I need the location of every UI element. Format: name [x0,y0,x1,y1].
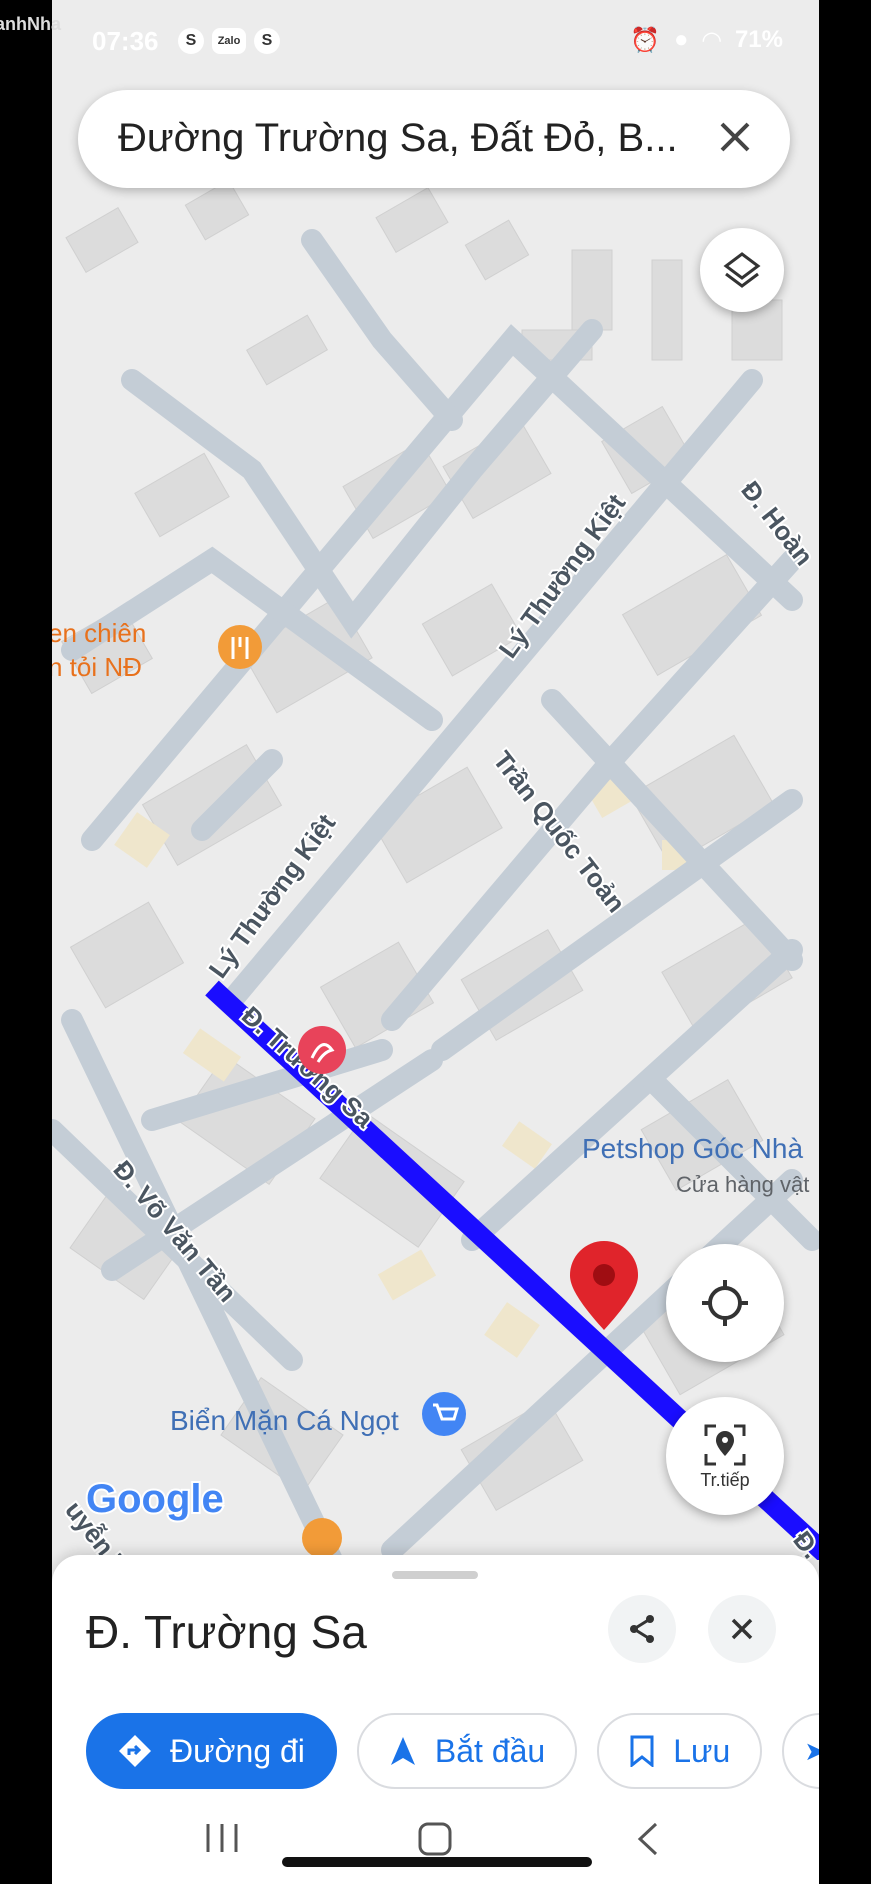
navigation-pin-icon [704,1424,746,1465]
place-title: Đ. Trường Sa [86,1606,367,1658]
more-chip[interactable]: ➤ [782,1713,819,1789]
search-bar[interactable]: Đường Trường Sa, Đất Đỏ, B... [78,90,790,188]
layers-icon [723,252,761,288]
start-button[interactable]: Bắt đầu [356,1713,578,1789]
share-icon [630,1615,654,1643]
continue-button[interactable]: Tr.tiếp [666,1397,784,1515]
continue-label: Tr.tiếp [700,1469,750,1490]
share-button[interactable] [608,1595,676,1663]
battery-text: 71% [734,26,783,53]
save-button[interactable]: Lưu [597,1713,763,1789]
app-icon-s-2: S [254,28,280,54]
watermark: SoSanhNha [0,14,62,34]
more-chip-icon: ➤ [804,1735,819,1766]
start-label: Bắt đầu [434,1732,546,1769]
wifi-icon: ◠ [702,27,721,54]
my-location-icon [702,1280,748,1326]
close-sheet-button[interactable] [708,1595,776,1663]
status-right: ⏰ ● ◠ 71% [630,26,783,55]
my-location-button[interactable] [666,1244,784,1362]
system-nav-bar [52,1790,819,1884]
home-icon[interactable] [416,1820,454,1858]
google-logo: Google [86,1477,224,1521]
app-icon-s: S [178,28,204,54]
sheet-handle[interactable] [392,1571,478,1579]
poi-petshop-name: Petshop Góc Nhà [582,1133,803,1164]
close-icon [731,1618,753,1640]
poi-restaurant-line2: n tỏi NĐ [52,652,142,682]
status-time: 07:36 [92,26,159,56]
poi-petshop-sub: Cửa hàng vật [676,1172,809,1197]
save-label: Lưu [673,1732,731,1769]
search-query[interactable]: Đường Trường Sa, Đất Đỏ, B... [118,116,678,161]
poi-marker-pink[interactable] [298,1026,346,1074]
shopping-cart-icon [422,1392,466,1436]
poi-bottom-icon[interactable] [302,1518,342,1558]
place-sheet[interactable]: Đ. Trường Sa Đường đi Bắt đầu Lưu ➤ [52,1555,819,1795]
directions-icon [119,1735,151,1767]
layers-button[interactable] [700,228,784,312]
back-icon[interactable] [632,1820,664,1858]
gesture-bar[interactable] [282,1857,592,1867]
close-icon[interactable] [710,112,760,162]
alarm-icon: ⏰ [630,27,660,54]
navigation-arrow-icon [390,1737,415,1765]
action-chips: Đường đi Bắt đầu Lưu ➤ [86,1713,819,1789]
status-bar: 07:36 S Zalo S ⏰ ● ◠ 71% [52,0,819,80]
bookmark-icon [630,1735,654,1767]
status-app-icons: S Zalo S [178,28,280,54]
app-icon-zalo: Zalo [212,28,246,54]
directions-button[interactable]: Đường đi [86,1713,337,1789]
poi-shop-name: Biển Mặn Cá Ngọt [170,1405,399,1436]
phone-screen: Đ. Trường Sa Lý Thường Kiệt Lý Thường Ki… [52,0,819,1884]
recent-apps-icon[interactable] [202,1820,242,1856]
poi-restaurant-line1: en chiên [52,618,146,648]
location-status-icon: ● [673,26,689,53]
directions-label: Đường đi [170,1732,305,1769]
